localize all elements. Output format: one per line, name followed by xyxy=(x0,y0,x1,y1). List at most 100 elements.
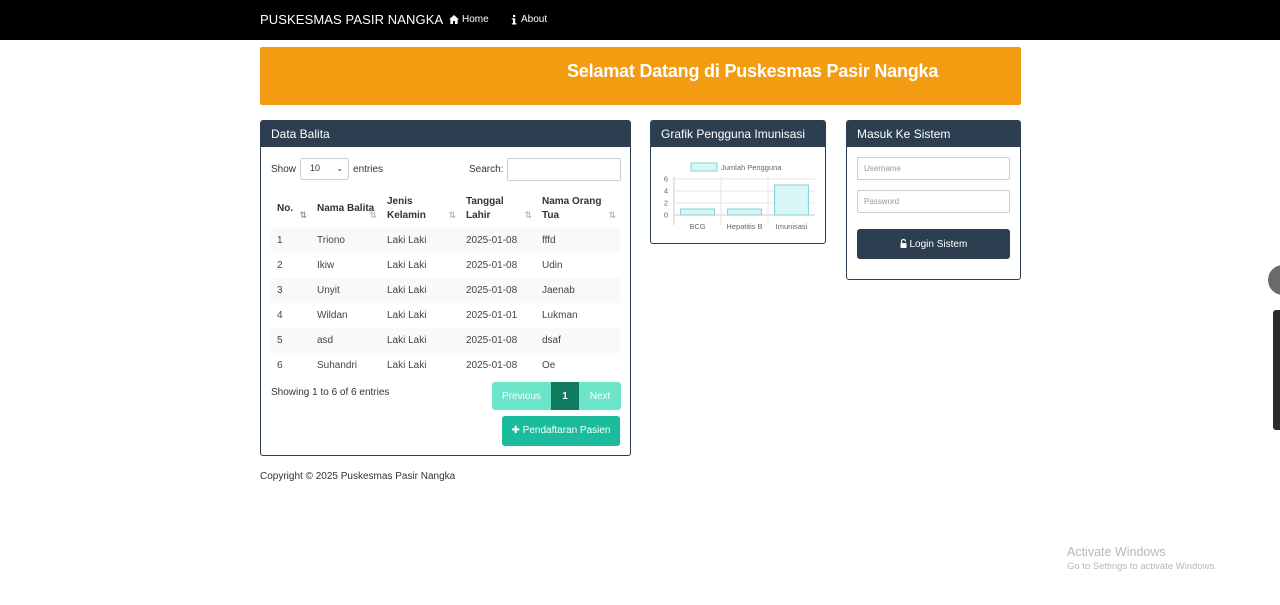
login-button-label: Login Sistem xyxy=(909,239,968,250)
cell-nama-balita: asd xyxy=(311,328,381,353)
data-balita-panel: Data Balita Show 10 ⌄ entries Search: No… xyxy=(260,120,631,456)
cell-nama-balita: Triono xyxy=(311,228,381,253)
cell-nama-balita: Wildan xyxy=(317,310,348,321)
cell-tanggal-lahir: 2025-01-08 xyxy=(466,360,518,371)
login-panel: Masuk Ke Sistem Username Password Login … xyxy=(846,120,1021,280)
pendaftaran-pasien-button[interactable]: ✚ Pendaftaran Pasien xyxy=(502,416,620,446)
brand-link[interactable]: PUSKESMAS PASIR NANGKA xyxy=(260,12,443,27)
entries-length-select[interactable]: 10 ⌄ xyxy=(300,158,350,180)
table-row: 2 Ikiw Laki Laki 2025-01-08 Udin xyxy=(271,253,620,278)
sort-icon: ⇅ xyxy=(448,210,456,220)
nav-home-label: Home xyxy=(462,14,489,25)
copyright-text: Copyright © 2025 Puskesmas Pasir Nangka xyxy=(260,471,456,482)
welcome-banner: Selamat Datang di Puskesmas Pasir Nangka xyxy=(260,47,1021,105)
table-row: 6 Suhandri Laki Laki 2025-01-08 Oe xyxy=(271,353,620,378)
length-value: 10 xyxy=(310,163,321,173)
cell-jenis-kelamin: Laki Laki xyxy=(381,228,460,253)
previous-page-button[interactable]: Previous xyxy=(492,382,551,410)
grafik-panel: Grafik Pengguna Imunisasi Jumlah Penggun… xyxy=(650,120,826,244)
table-row: 3 Unyit Laki Laki 2025-01-08 Jaenab xyxy=(271,278,620,303)
pagination: Previous 1 Next xyxy=(492,382,621,410)
cell-jenis-kelamin: Laki Laki xyxy=(387,310,427,321)
table-info: Showing 1 to 6 of 6 entries xyxy=(271,387,390,398)
cell-tanggal-lahir: 2025-01-01 xyxy=(466,310,518,321)
bar xyxy=(727,208,762,216)
length-control: Show 10 ⌄ entries xyxy=(271,158,383,180)
cell-no: 3 xyxy=(271,278,311,303)
windows-activation-watermark: Activate Windows Go to Settings to activ… xyxy=(1067,545,1217,572)
cell-jenis-kelamin: Laki Laki xyxy=(387,360,427,371)
cell-no: 4 xyxy=(277,310,283,321)
cell-nama-orang-tua: Oe xyxy=(542,360,556,371)
legend-label: Jumlah Pengguna xyxy=(721,163,782,172)
y-tick-label: 4 xyxy=(664,187,668,196)
info-icon xyxy=(510,14,518,25)
cell-nama-orang-tua: Udin xyxy=(542,260,563,271)
nav-about-label: About xyxy=(521,14,548,25)
plus-icon: ✚ xyxy=(511,425,520,436)
cell-tanggal-lahir: 2025-01-08 xyxy=(460,328,536,353)
sort-asc-icon: ⇅ xyxy=(299,210,307,220)
cell-nama-orang-tua: dsaf xyxy=(536,328,620,353)
show-label: Show xyxy=(271,163,297,175)
login-button[interactable]: Login Sistem xyxy=(857,229,1010,259)
cell-tanggal-lahir: 2025-01-08 xyxy=(460,278,536,303)
table-header-row: No. ⇅ Nama Balita ⇅ Jenis Kelamin ⇅ Tanggal… xyxy=(271,190,620,228)
home-icon xyxy=(449,15,459,24)
cell-nama-orang-tua: fffd xyxy=(536,228,620,253)
cell-no: 1 xyxy=(271,228,311,253)
cell-jenis-kelamin: Laki Laki xyxy=(387,260,427,271)
sort-icon: ⇅ xyxy=(524,210,532,220)
sort-icon: ⇅ xyxy=(369,210,377,220)
next-page-button[interactable]: Next xyxy=(579,382,621,410)
nav-home-link[interactable]: Home xyxy=(449,14,489,25)
column-header-nama-balita[interactable]: Nama Balita ⇅ xyxy=(311,190,381,228)
cell-jenis-kelamin: Laki Laki xyxy=(381,328,460,353)
cell-tanggal-lahir: 2025-01-08 xyxy=(466,260,518,271)
login-title: Masuk Ke Sistem xyxy=(847,121,1020,147)
cell-nama-balita: Ikiw xyxy=(317,260,335,271)
grafik-title: Grafik Pengguna Imunisasi xyxy=(651,121,825,147)
page-1-button[interactable]: 1 xyxy=(551,382,579,410)
balita-table: No. ⇅ Nama Balita ⇅ Jenis Kelamin ⇅ Tanggal… xyxy=(271,190,620,378)
side-toggle-button[interactable] xyxy=(1268,265,1280,295)
side-panel-handle[interactable] xyxy=(1273,310,1280,430)
x-tick-label: Imunisasi xyxy=(776,222,808,231)
y-tick-label: 2 xyxy=(664,199,668,208)
chevron-down-icon: ⌄ xyxy=(336,164,344,173)
cell-tanggal-lahir: 2025-01-08 xyxy=(460,228,536,253)
top-navbar: PUSKESMAS PASIR NANGKA Home About xyxy=(0,0,1280,40)
column-header-nama-orang-tua[interactable]: Nama Orang Tua ⇅ xyxy=(536,190,620,228)
search-control: Search: xyxy=(469,158,622,181)
column-header-jenis-kelamin[interactable]: Jenis Kelamin ⇅ xyxy=(381,190,460,228)
column-header-tanggal-lahir[interactable]: Tanggal Lahir ⇅ xyxy=(460,190,536,228)
search-label: Search: xyxy=(469,164,504,175)
x-tick-label: Hepatitis B xyxy=(726,222,762,231)
cell-nama-balita: Suhandri xyxy=(317,360,358,371)
welcome-text: Selamat Datang di Puskesmas Pasir Nangka xyxy=(567,61,939,81)
nav-about-link[interactable]: About xyxy=(510,14,547,25)
watermark-title: Activate Windows xyxy=(1067,545,1166,559)
watermark-subtitle: Go to Settings to activate Windows. xyxy=(1067,561,1217,572)
username-input[interactable]: Username xyxy=(857,157,1010,180)
sort-icon: ⇅ xyxy=(608,210,616,220)
table-row: 4 Wildan Laki Laki 2025-01-01 Lukman xyxy=(271,303,620,328)
cell-nama-orang-tua: Jaenab xyxy=(536,278,620,303)
pendaftaran-pasien-label: Pendaftaran Pasien xyxy=(522,425,611,436)
bar xyxy=(774,184,809,216)
entries-label: entries xyxy=(353,163,384,175)
cell-no: 2 xyxy=(277,260,283,271)
data-balita-title: Data Balita xyxy=(261,121,630,147)
cell-jenis-kelamin: Laki Laki xyxy=(381,278,460,303)
cell-no: 5 xyxy=(271,328,311,353)
x-tick-label: BCG xyxy=(689,222,705,231)
column-header-no[interactable]: No. ⇅ xyxy=(271,190,311,228)
table-search-input[interactable] xyxy=(507,158,622,181)
imunisasi-bar-chart: Jumlah Pengguna 0 2 4 6 BCG Hepatitis B Imunisa… xyxy=(664,162,815,231)
bar xyxy=(680,208,715,216)
table-row: 1 Triono Laki Laki 2025-01-08 fffd xyxy=(271,228,620,253)
y-tick-label: 6 xyxy=(664,175,668,184)
password-input[interactable]: Password xyxy=(857,190,1010,213)
cell-nama-balita: Unyit xyxy=(311,278,381,303)
y-tick-label: 0 xyxy=(664,211,668,220)
